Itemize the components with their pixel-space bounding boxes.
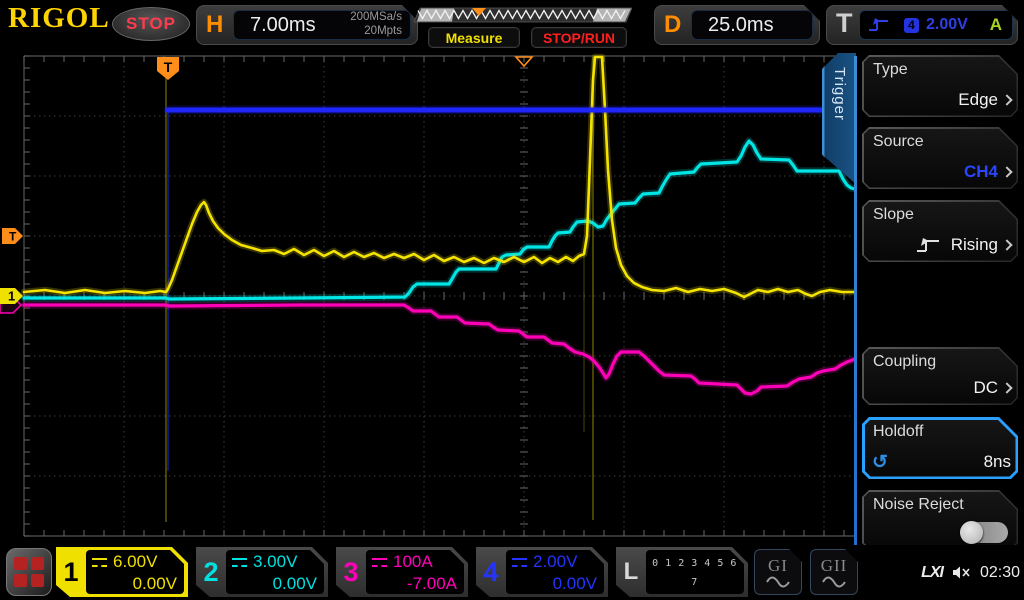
menu-item-source[interactable]: Source CH4 xyxy=(862,127,1018,189)
sine-wave-icon xyxy=(766,576,790,588)
sine-wave-icon xyxy=(822,576,846,588)
horizontal-label: H xyxy=(206,11,224,38)
ch2-offset: 0.00V xyxy=(272,574,317,593)
clock: 02:30 xyxy=(979,563,1020,581)
stop-run-button[interactable]: STOP/RUN xyxy=(531,27,627,48)
trigger-source-badge: 4 xyxy=(904,18,919,33)
ch4-scale: 2.00V xyxy=(533,552,578,571)
svg-text:T: T xyxy=(164,59,173,75)
menu-item-type[interactable]: Type Edge xyxy=(862,55,1018,117)
trigger-status-label: T xyxy=(836,8,853,38)
ch3-offset: -7.00A xyxy=(406,574,457,593)
top-status-bar: RIGOL STOP H 7.00ms 200MSa/s 20Mpts Meas… xyxy=(0,0,1024,50)
trigger-mode-auto: A xyxy=(989,15,1002,34)
horizontal-block[interactable]: H 7.00ms 200MSa/s 20Mpts xyxy=(196,5,418,45)
measure-button[interactable]: Measure xyxy=(428,27,520,48)
ch3-trace xyxy=(22,303,856,396)
channel2-box[interactable]: 2 3.00V 0.00V xyxy=(196,547,328,597)
ch1-scale: 6.00V xyxy=(113,552,158,571)
ch2-scale: 3.00V xyxy=(253,552,298,571)
horizontal-preview-waveform[interactable] xyxy=(414,6,632,24)
channel3-box[interactable]: 3 100A -7.00A xyxy=(336,547,468,597)
chevron-right-icon xyxy=(1001,239,1012,250)
app-menu-button[interactable] xyxy=(6,548,52,596)
rising-edge-icon xyxy=(915,237,941,254)
rigol-logo: RIGOL xyxy=(8,2,110,34)
dc-coupling-icon xyxy=(512,558,527,567)
logic-channels-box[interactable]: L 0 1 2 3 4 5 6 7 8 9 10 11 12 13 14 15 xyxy=(616,547,748,597)
delay-block[interactable]: D 25.0ms xyxy=(654,5,820,45)
channel1-box[interactable]: 1 6.00V 0.00V xyxy=(56,547,188,597)
ch3-scale: 100A xyxy=(393,552,433,571)
digital-row-8-15: 8 9 10 11 12 13 14 15 xyxy=(652,592,737,600)
timebase-value: 7.00ms xyxy=(250,13,316,36)
svg-text:1: 1 xyxy=(8,289,15,304)
menu-item-slope[interactable]: Slope Rising xyxy=(862,200,1018,262)
lxi-logo: LXI xyxy=(921,563,944,581)
oscilloscope-screen: 1 T T RIGOL STOP H 7.00ms 200MSa/s 20Mpts … xyxy=(0,0,1024,600)
rising-edge-icon xyxy=(868,17,890,33)
knob-rotate-icon: ↺ xyxy=(872,452,888,473)
app-grid-icon xyxy=(14,557,44,587)
dc-coupling-icon xyxy=(372,558,387,567)
chevron-right-icon xyxy=(1001,94,1012,105)
gen2-button[interactable]: GII xyxy=(810,549,858,595)
ch1-offset: 0.00V xyxy=(132,574,177,593)
chevron-right-icon xyxy=(1001,166,1012,177)
noise-reject-toggle[interactable] xyxy=(960,522,1008,543)
menu-panel-border xyxy=(854,56,857,559)
digital-row-0-7: 0 1 2 3 4 5 6 7 xyxy=(652,558,737,588)
traces xyxy=(20,53,856,522)
ch4-offset: 0.00V xyxy=(552,574,597,593)
menu-item-noise-reject[interactable]: Noise Reject xyxy=(862,490,1018,550)
acquisition-info: 200MSa/s 20Mpts xyxy=(350,11,402,37)
chevron-right-icon xyxy=(1001,382,1012,393)
trigger-menu-panel: Type Edge Source CH4 Slope Rising Coupli… xyxy=(854,50,1024,560)
dc-coupling-icon xyxy=(232,558,247,567)
run-state-badge: STOP xyxy=(112,7,190,41)
trigger-level-value: 2.00V xyxy=(926,16,968,33)
dc-coupling-icon xyxy=(92,558,107,567)
svg-text:T: T xyxy=(9,230,17,244)
delay-label: D xyxy=(664,11,682,38)
menu-item-coupling[interactable]: Coupling DC xyxy=(862,347,1018,405)
speaker-muted-icon[interactable] xyxy=(952,565,971,580)
gen1-button[interactable]: GI xyxy=(754,549,802,595)
delay-value: 25.0ms xyxy=(708,13,774,36)
channel4-box[interactable]: 4 2.00V 0.00V xyxy=(476,547,608,597)
bottom-status-bar: 1 6.00V 0.00V 2 3.00V 0.00V 3 100A -7.00… xyxy=(0,545,1024,600)
menu-item-holdoff[interactable]: Holdoff ↺ 8ns xyxy=(862,417,1018,479)
trigger-status-block[interactable]: T 4 2.00V A xyxy=(826,5,1018,45)
